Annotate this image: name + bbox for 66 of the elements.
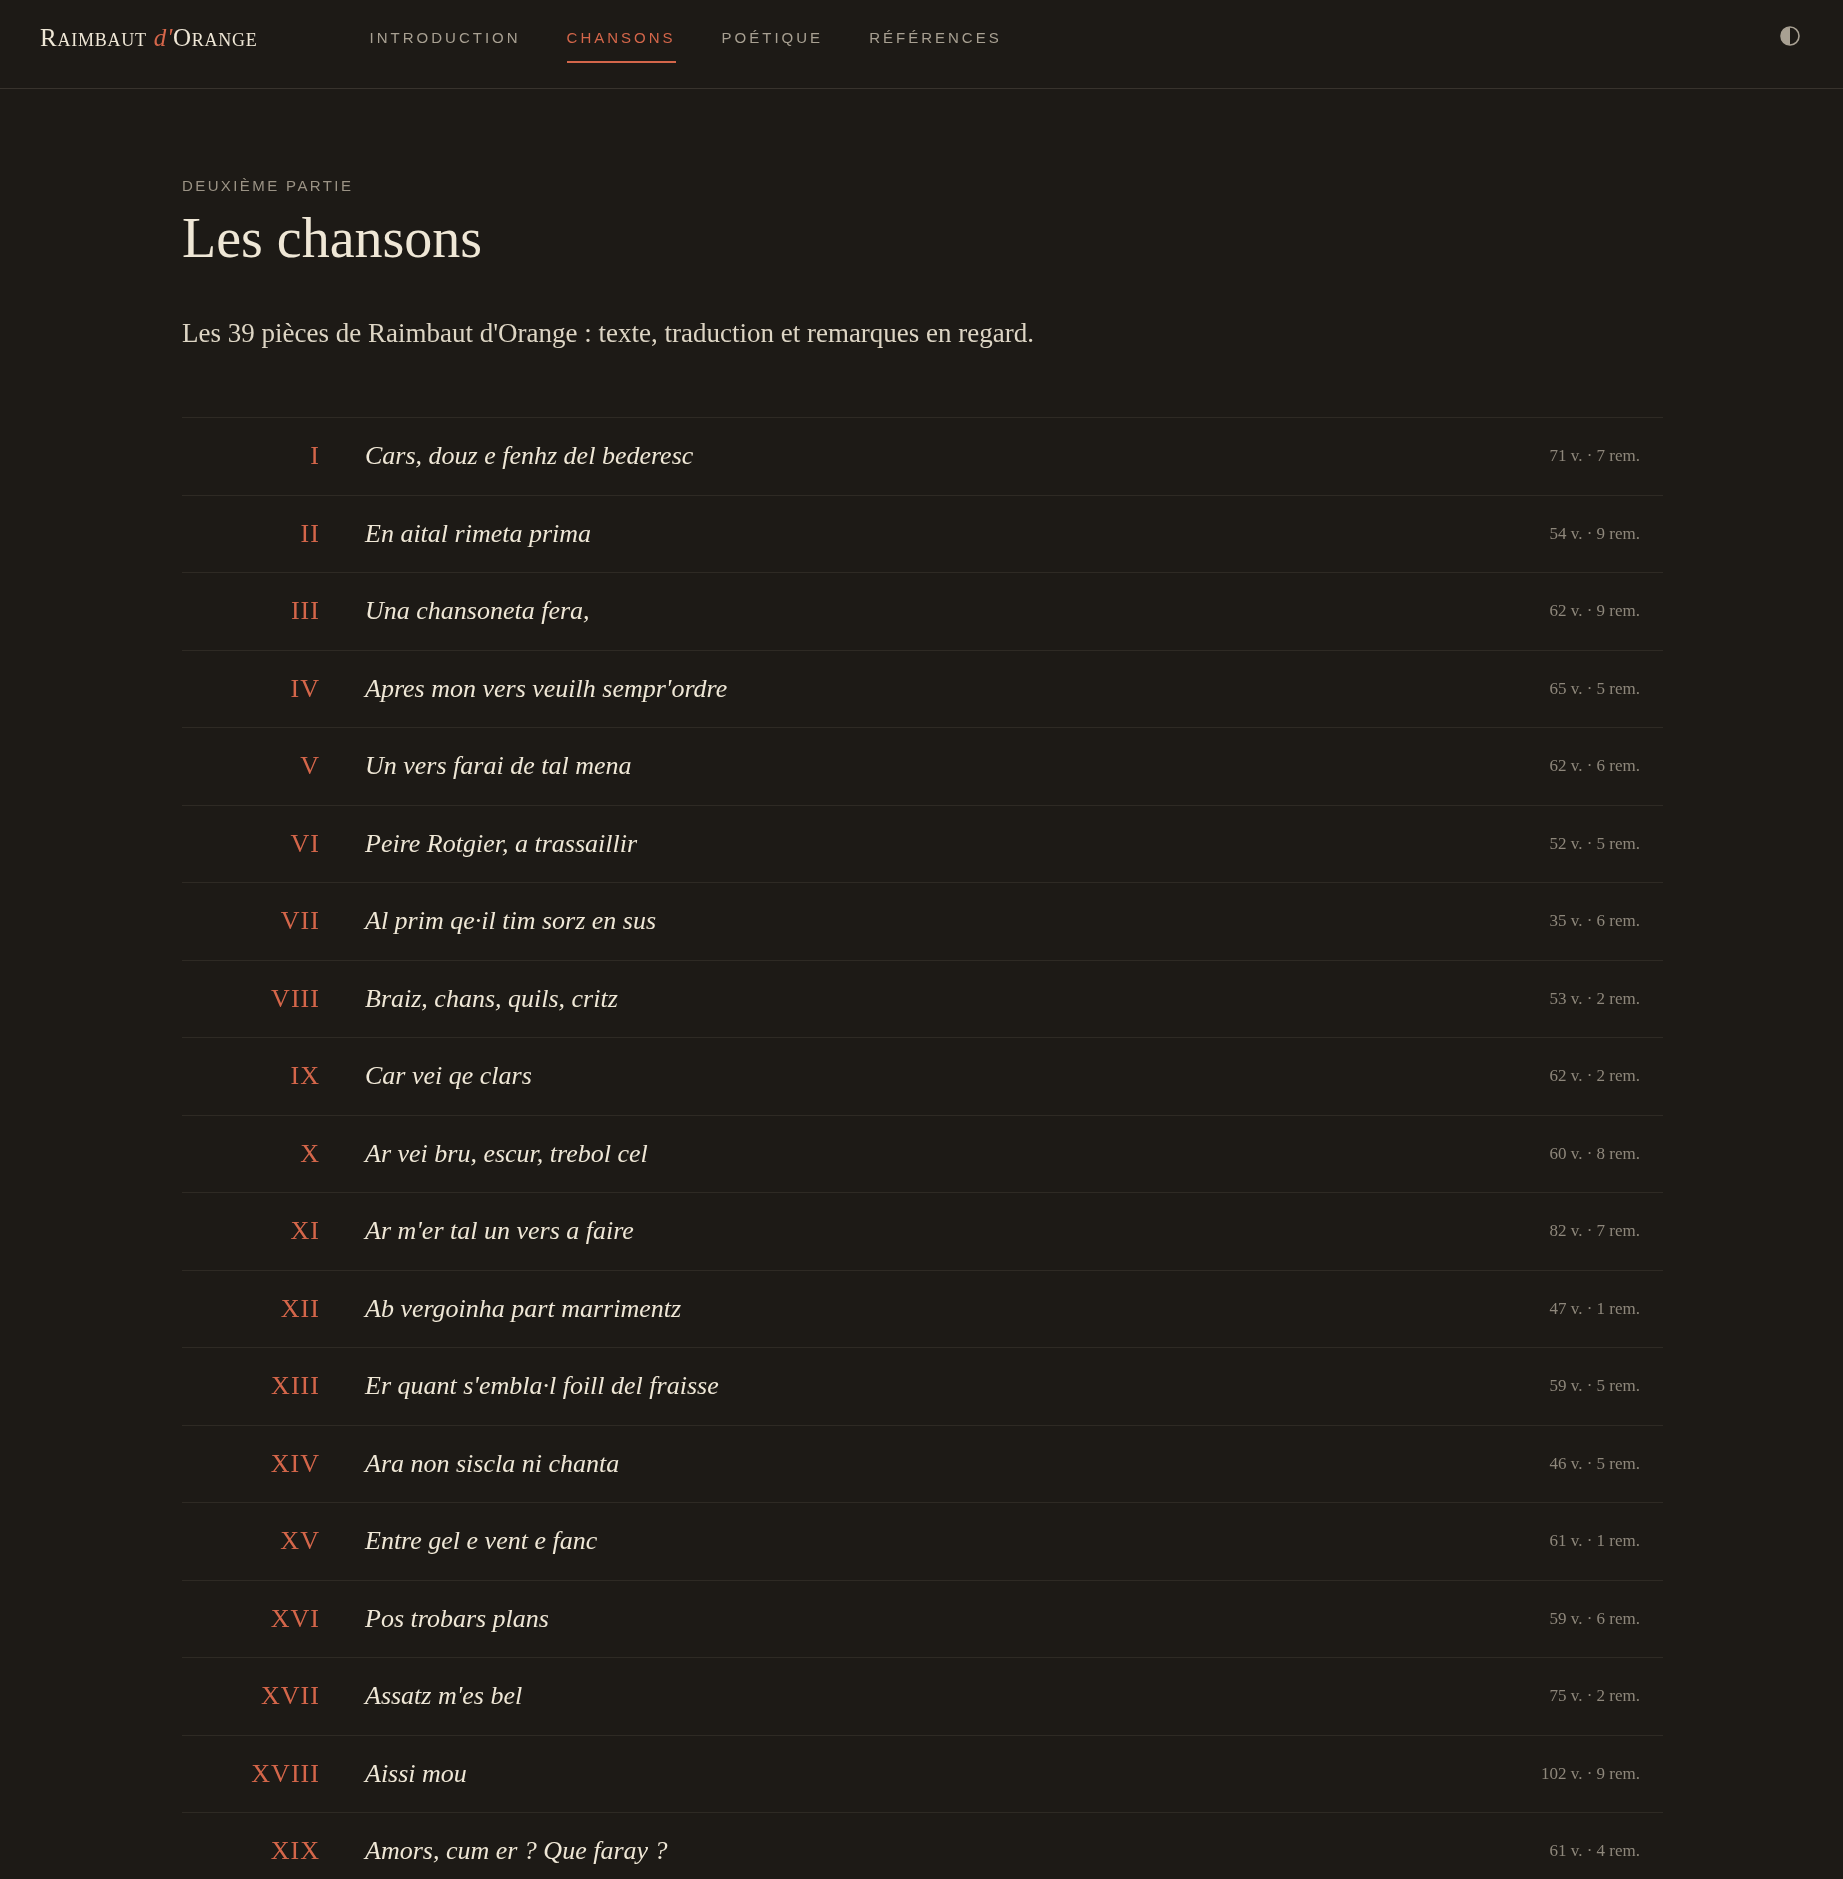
song-title[interactable]: Una chansoneta fera,	[365, 595, 590, 628]
song-title[interactable]: Braiz, chans, quils, critz	[365, 982, 618, 1015]
song-numeral: XIX	[270, 1835, 320, 1868]
song-numeral: II	[300, 517, 320, 550]
song-stats: 71 v. · 7 rem.	[1549, 445, 1640, 468]
song-title[interactable]: Al prim qe·il tim sorz en sus	[365, 905, 657, 938]
song-numeral: VIII	[271, 982, 320, 1015]
nav-tab[interactable]: INTRODUCTION	[369, 27, 521, 63]
song-title[interactable]: En aital rimeta prima	[365, 517, 592, 550]
page-intro: Les 39 pièces de Raimbaut d'Orange : texte, traduction et remarques en regard.	[182, 317, 1035, 350]
song-stats: 46 v. · 5 rem.	[1549, 1452, 1640, 1475]
song-title[interactable]: Aissi mou	[365, 1757, 467, 1790]
song-stats: 52 v. · 5 rem.	[1549, 832, 1640, 855]
song-numeral: I	[310, 440, 320, 473]
song-numeral: XVIII	[251, 1757, 320, 1790]
contrast-icon[interactable]	[1780, 26, 1800, 46]
nav-tab[interactable]: CHANSONS	[566, 27, 676, 63]
song-stats: 61 v. · 1 rem.	[1549, 1530, 1640, 1553]
song-numeral: XVI	[270, 1602, 320, 1635]
song-stats: 62 v. · 6 rem.	[1549, 755, 1640, 778]
song-stats: 47 v. · 1 rem.	[1549, 1297, 1640, 1320]
song-numeral: VI	[290, 827, 320, 860]
song-title[interactable]: Pos trobars plans	[365, 1602, 549, 1635]
song-title[interactable]: Amors, cum er ? Que faray ?	[365, 1835, 668, 1868]
song-title[interactable]: Ab vergoinha part marrimentz	[365, 1292, 682, 1325]
song-numeral: XVII	[260, 1680, 320, 1713]
song-stats: 65 v. · 5 rem.	[1549, 677, 1640, 700]
song-stats: 61 v. · 4 rem.	[1549, 1840, 1640, 1863]
song-stats: 75 v. · 2 rem.	[1549, 1685, 1640, 1708]
song-stats: 35 v. · 6 rem.	[1549, 910, 1640, 933]
song-title[interactable]: Apres mon vers veuilh sempr'ordre	[365, 672, 728, 705]
song-stats: 60 v. · 8 rem.	[1549, 1142, 1640, 1165]
song-numeral: XII	[280, 1292, 320, 1325]
site-logo[interactable]: Raimbaut d'Orange	[40, 24, 258, 50]
page-title: Les chansons	[182, 207, 483, 269]
song-title[interactable]: Ara non siscla ni chanta	[365, 1447, 620, 1480]
song-stats: 59 v. · 5 rem.	[1549, 1375, 1640, 1398]
song-title[interactable]: Car vei qe clars	[365, 1060, 532, 1093]
song-title[interactable]: Er quant s'embla·l foill del fraisse	[365, 1370, 719, 1403]
song-numeral: IX	[290, 1060, 320, 1093]
song-numeral: XV	[280, 1525, 320, 1558]
song-numeral: XIII	[271, 1370, 320, 1403]
song-stats: 82 v. · 7 rem.	[1549, 1220, 1640, 1243]
song-stats: 53 v. · 2 rem.	[1549, 987, 1640, 1010]
song-title[interactable]: Ar vei bru, escur, trebol cel	[365, 1137, 648, 1170]
nav-tab[interactable]: POÉTIQUE	[721, 27, 824, 63]
song-title[interactable]: Cars, douz e fenhz del bederesc	[365, 440, 694, 473]
song-stats: 59 v. · 6 rem.	[1549, 1607, 1640, 1630]
song-title[interactable]: Entre gel e vent e fanc	[365, 1525, 598, 1558]
song-numeral: IV	[290, 672, 320, 705]
song-stats: 62 v. · 2 rem.	[1549, 1065, 1640, 1088]
song-numeral: VII	[280, 905, 320, 938]
song-title[interactable]: Assatz m'es bel	[365, 1680, 523, 1713]
song-stats: 102 v. · 9 rem.	[1541, 1762, 1640, 1785]
song-title[interactable]: Peire Rotgier, a trassaillir	[365, 827, 638, 860]
song-numeral: III	[290, 595, 320, 628]
song-title[interactable]: Un vers farai de tal mena	[365, 750, 632, 783]
song-numeral: V	[300, 750, 320, 783]
song-title[interactable]: Ar m'er tal un vers a faire	[365, 1215, 634, 1248]
song-numeral: XI	[290, 1215, 320, 1248]
song-stats: 62 v. · 9 rem.	[1549, 600, 1640, 623]
song-numeral: XIV	[270, 1447, 320, 1480]
section-eyebrow: DEUXIÈME PARTIE	[182, 176, 354, 196]
song-stats: 54 v. · 9 rem.	[1549, 522, 1640, 545]
song-numeral: X	[300, 1137, 320, 1170]
nav-tab[interactable]: RÉFÉRENCES	[869, 27, 1002, 63]
